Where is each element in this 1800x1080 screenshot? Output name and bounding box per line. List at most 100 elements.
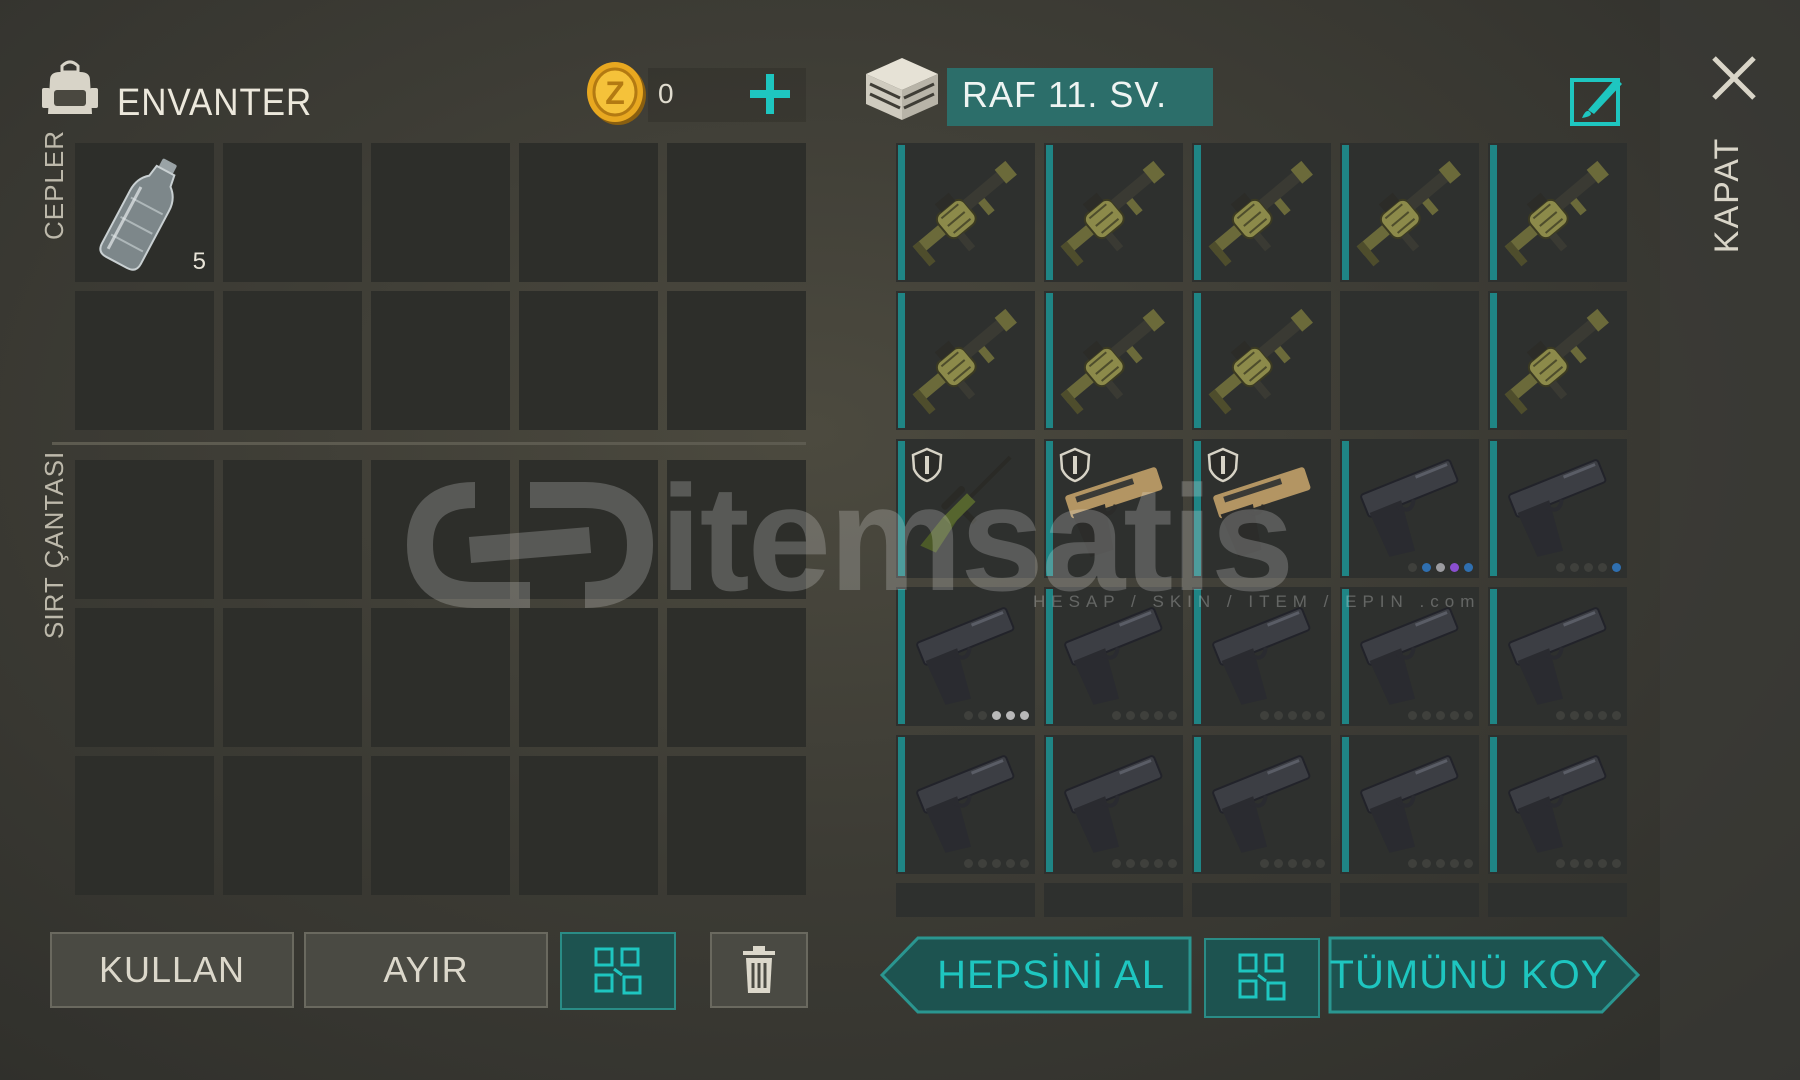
- backpack-slot[interactable]: [223, 608, 362, 747]
- backpack-label: SIRT ÇANTASI: [39, 450, 69, 639]
- shelf-slot[interactable]: [1192, 735, 1331, 874]
- upgrade-dot: [1612, 859, 1621, 868]
- shelf-slot[interactable]: [1340, 735, 1479, 874]
- svg-text:Z: Z: [605, 75, 625, 111]
- upgrade-dot: [1140, 711, 1149, 720]
- shelf-slot[interactable]: [1044, 883, 1183, 917]
- pocket-slot[interactable]: [519, 143, 658, 282]
- backpack-slot[interactable]: [667, 756, 806, 895]
- shelf-slot[interactable]: [896, 143, 1035, 282]
- water-bottle-icon: [99, 158, 177, 271]
- pocket-slot[interactable]: [371, 291, 510, 430]
- upgrade-dot: [992, 711, 1001, 720]
- upgrade-dot: [1408, 711, 1417, 720]
- take-all-button[interactable]: HEPSİNİ AL: [880, 936, 1192, 1014]
- upgrade-dot: [1464, 859, 1473, 868]
- upgrade-dot: [1168, 711, 1177, 720]
- upgrade-dot: [978, 711, 987, 720]
- shelf-slot[interactable]: [1044, 291, 1183, 430]
- shelf-slot[interactable]: [1488, 883, 1627, 917]
- grenade-launcher-icon: [1504, 160, 1609, 267]
- upgrade-dot: [1126, 859, 1135, 868]
- upgrade-dot: [964, 711, 973, 720]
- put-all-button[interactable]: TÜMÜNÜ KOY: [1328, 936, 1640, 1014]
- backpack-slot[interactable]: [371, 756, 510, 895]
- upgrade-dot: [1006, 859, 1015, 868]
- shelf-slot[interactable]: [896, 883, 1035, 917]
- edit-name-icon[interactable]: [1568, 72, 1626, 128]
- upgrade-dot: [1450, 563, 1459, 572]
- sort-grid-icon: [1238, 953, 1286, 1001]
- upgrade-dot: [1598, 859, 1607, 868]
- close-label[interactable]: KAPAT: [1708, 127, 1748, 263]
- split-button[interactable]: AYIR: [304, 932, 548, 1008]
- shelf-slot[interactable]: [1192, 291, 1331, 430]
- upgrade-level-dots: [1260, 711, 1325, 720]
- trash-button[interactable]: [710, 932, 808, 1008]
- pocket-slot[interactable]: [223, 291, 362, 430]
- upgrade-level-dots: [1408, 859, 1473, 868]
- shelf-slot[interactable]: [896, 291, 1035, 430]
- upgrade-dot: [1450, 711, 1459, 720]
- trash-icon: [743, 946, 775, 993]
- upgrade-dot: [1598, 711, 1607, 720]
- backpack-slot[interactable]: [519, 756, 658, 895]
- backpack-icon: [42, 60, 98, 114]
- add-coins-icon[interactable]: [748, 70, 792, 118]
- upgrade-dot: [1020, 711, 1029, 720]
- upgrade-dot: [1112, 859, 1121, 868]
- upgrade-dot: [1316, 711, 1325, 720]
- shelf-slot[interactable]: [896, 735, 1035, 874]
- upgrade-dot: [978, 859, 987, 868]
- backpack-slot[interactable]: [223, 460, 362, 599]
- backpack-slot[interactable]: [223, 756, 362, 895]
- shelf-slot[interactable]: [1192, 143, 1331, 282]
- close-icon[interactable]: [1708, 52, 1760, 104]
- pistol-icon: [916, 755, 1015, 853]
- section-divider: [52, 442, 806, 445]
- pistol-icon: [1212, 755, 1311, 853]
- upgrade-dot: [1408, 859, 1417, 868]
- grenade-launcher-icon: [1504, 308, 1609, 415]
- upgrade-level-dots: [1408, 711, 1473, 720]
- upgrade-dot: [1612, 563, 1621, 572]
- shelf-slot[interactable]: [1340, 143, 1479, 282]
- pistol-icon: [1508, 755, 1607, 853]
- use-button[interactable]: KULLAN: [50, 932, 294, 1008]
- shelf-slot[interactable]: [1340, 883, 1479, 917]
- shelf-slot[interactable]: [1340, 291, 1479, 430]
- pockets-grid: 5: [75, 143, 806, 430]
- shelf-slot[interactable]: [1488, 735, 1627, 874]
- upgrade-dot: [1154, 859, 1163, 868]
- shelf-slot[interactable]: [1488, 291, 1627, 430]
- shelf-slot[interactable]: [1192, 883, 1331, 917]
- upgrade-level-dots: [1112, 711, 1177, 720]
- upgrade-dot: [1302, 711, 1311, 720]
- upgrade-dot: [1422, 859, 1431, 868]
- shelf-slot[interactable]: [1488, 143, 1627, 282]
- shelf-slot[interactable]: [1488, 439, 1627, 578]
- pockets-label: CEPLER: [39, 129, 69, 241]
- shelf-slot[interactable]: [1044, 735, 1183, 874]
- shelf-slot[interactable]: [1044, 143, 1183, 282]
- backpack-slot[interactable]: [75, 756, 214, 895]
- pistol-icon: [1064, 755, 1163, 853]
- pistol-icon: [1508, 607, 1607, 705]
- upgrade-dot: [1316, 859, 1325, 868]
- pocket-slot[interactable]: [75, 291, 214, 430]
- backpack-slot[interactable]: [75, 460, 214, 599]
- pocket-slot[interactable]: 5: [75, 143, 214, 282]
- pocket-slot[interactable]: [223, 143, 362, 282]
- pocket-slot[interactable]: [519, 291, 658, 430]
- sort-inventory-button[interactable]: [560, 932, 676, 1010]
- backpack-slot[interactable]: [75, 608, 214, 747]
- sort-shelf-button[interactable]: [1204, 938, 1320, 1018]
- grenade-launcher-icon: [1060, 160, 1165, 267]
- shelf-slot[interactable]: [1488, 587, 1627, 726]
- pocket-slot[interactable]: [667, 143, 806, 282]
- upgrade-dot: [1006, 711, 1015, 720]
- pocket-slot[interactable]: [667, 291, 806, 430]
- upgrade-level-dots: [964, 711, 1029, 720]
- pocket-slot[interactable]: [371, 143, 510, 282]
- pistol-icon: [1360, 755, 1459, 853]
